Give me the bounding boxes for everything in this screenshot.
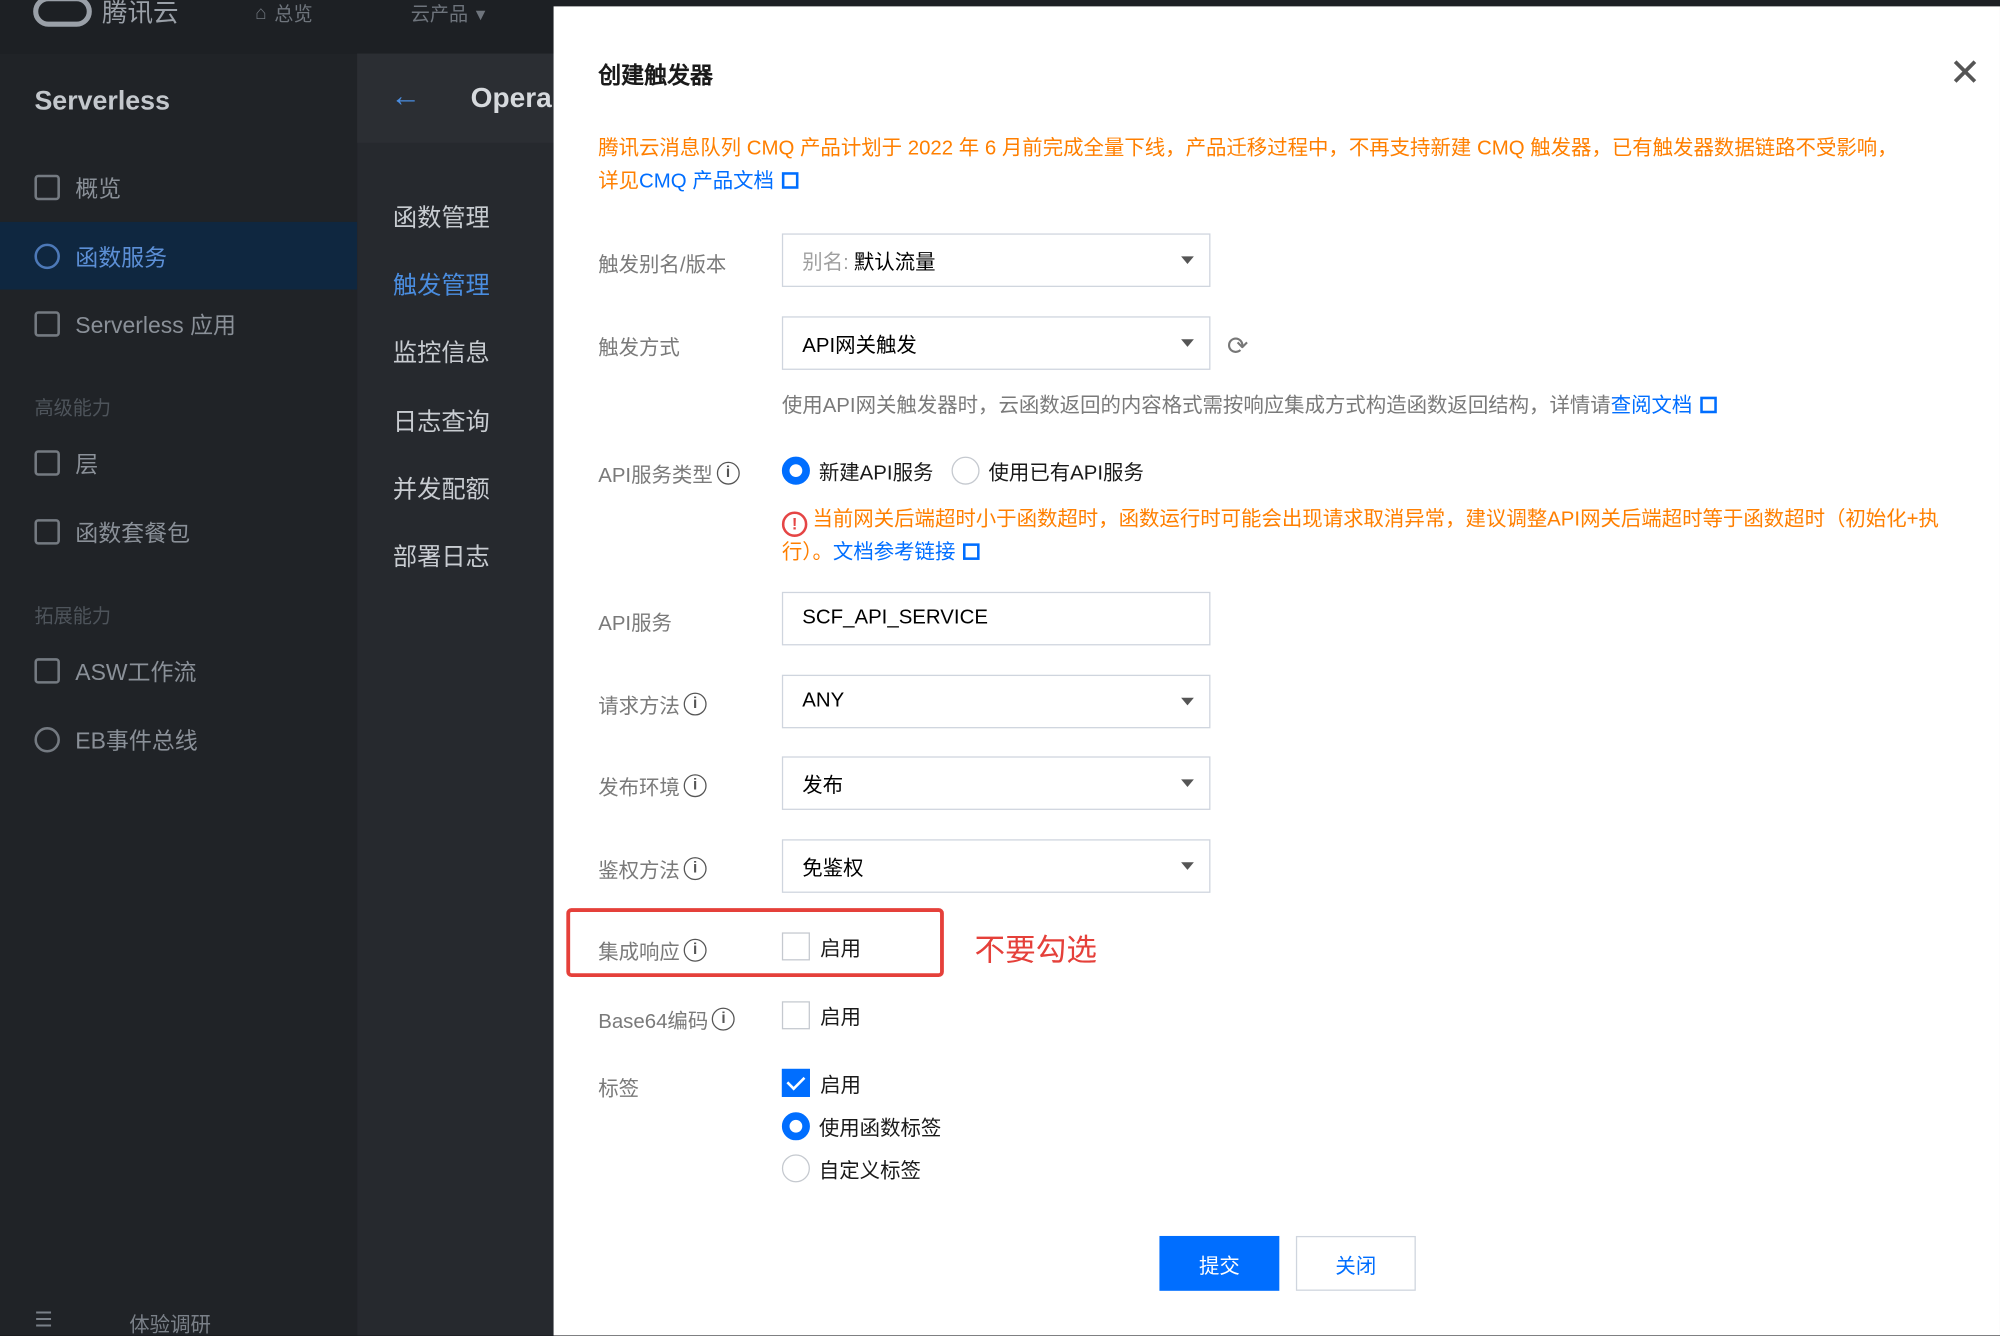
auth-label: 鉴权方法 i <box>598 853 707 884</box>
sidebar-title: Serverless <box>34 86 170 117</box>
back-arrow-icon[interactable]: ← <box>390 79 421 115</box>
checkbox-checked-icon <box>781 1068 810 1097</box>
checkbox-unchecked-icon <box>781 1001 810 1030</box>
sidebar-item-functions[interactable]: 函数服务 <box>0 221 358 290</box>
tab-trigger-management[interactable]: 触发管理 <box>393 267 490 301</box>
tab-concurrency[interactable]: 并发配额 <box>393 471 490 505</box>
sidebar-item-eb[interactable]: EB事件总线 <box>0 705 357 773</box>
info-icon[interactable]: i <box>683 692 707 716</box>
warning-icon: ! <box>781 511 808 537</box>
info-icon[interactable]: i <box>683 774 707 798</box>
api-type-label: API服务类型 i <box>598 458 740 489</box>
package-icon <box>34 518 60 545</box>
sidebar-item-asw[interactable]: ASW工作流 <box>0 636 357 704</box>
sidebar-item-packages[interactable]: 函数套餐包 <box>0 497 357 565</box>
sidebar-group-advanced: 高级能力 <box>34 397 111 420</box>
tags-checkbox[interactable]: 启用 <box>781 1068 861 1099</box>
chevron-down-icon <box>1181 256 1194 265</box>
function-nav-panel <box>357 53 562 1336</box>
brand-name: 腾讯云 <box>102 0 179 29</box>
sidebar-item-overview[interactable]: 概览 <box>0 153 357 221</box>
chevron-down-icon <box>1181 339 1194 347</box>
radio-unselected-icon <box>951 456 980 485</box>
external-link-icon[interactable] <box>781 172 799 189</box>
sidebar-group-extension: 拓展能力 <box>34 605 111 628</box>
trigger-help-text: 使用API网关触发器时，云函数返回的内容格式需按响应集成方式构造函数返回结构，详… <box>782 388 1717 419</box>
info-icon[interactable]: i <box>683 938 707 962</box>
chevron-down-icon <box>1181 697 1194 706</box>
chevron-down-icon <box>1181 862 1194 870</box>
sidebar-footer: ☰ 体验调研 <box>34 1307 211 1336</box>
radio-custom-tags[interactable]: 自定义标签 <box>781 1153 921 1184</box>
radio-selected-icon <box>781 1112 810 1141</box>
top-nav-products[interactable]: 云产品 ▾ <box>411 0 486 27</box>
sidebar-item-layers[interactable]: 层 <box>0 429 357 497</box>
tags-label: 标签 <box>598 1079 640 1101</box>
radio-unselected-icon <box>781 1154 810 1183</box>
cloud-logo-icon <box>33 0 92 27</box>
close-icon[interactable]: ✕ <box>1949 54 1981 93</box>
base64-label: Base64编码 i <box>598 1004 736 1035</box>
info-icon[interactable]: i <box>712 1007 736 1031</box>
external-link-icon[interactable] <box>963 543 980 560</box>
request-method-label: 请求方法 i <box>598 689 707 720</box>
function-icon <box>34 242 60 269</box>
trigger-method-label: 触发方式 <box>598 338 680 360</box>
chevron-down-icon: ▾ <box>475 3 486 25</box>
annotation-text: 不要勾选 <box>974 933 1097 969</box>
reference-doc-link[interactable]: 文档参考链接 <box>833 542 955 564</box>
integration-label: 集成响应 i <box>598 935 707 966</box>
tab-monitoring[interactable]: 监控信息 <box>393 334 490 368</box>
tab-deploy-logs[interactable]: 部署日志 <box>393 538 490 572</box>
api-service-label: API服务 <box>598 613 672 636</box>
survey-link[interactable]: 体验调研 <box>129 1307 211 1335</box>
radio-existing-api[interactable]: 使用已有API服务 <box>951 455 1144 486</box>
env-select[interactable]: 发布 <box>781 756 1211 810</box>
checkbox-unchecked-icon <box>781 932 810 961</box>
request-method-select[interactable]: ANY <box>781 674 1211 729</box>
sidebar-item-apps[interactable]: Serverless 应用 <box>0 290 357 358</box>
external-link-icon[interactable] <box>1700 396 1717 414</box>
trigger-method-select[interactable]: API网关触发 <box>781 316 1211 370</box>
layers-icon <box>34 449 60 476</box>
alias-select[interactable]: 别名: 默认流量 <box>781 233 1211 287</box>
cmq-notice: 腾讯云消息队列 CMQ 产品计划于 2022 年 6 月前完成全量下线，产品迁移… <box>598 137 1898 193</box>
close-button[interactable]: 关闭 <box>1295 1235 1416 1291</box>
menu-icon[interactable]: ☰ <box>34 1307 52 1335</box>
create-trigger-modal: 创建触发器 ✕ 腾讯云消息队列 CMQ 产品计划于 2022 年 6 月前完成全… <box>553 6 2000 1336</box>
tab-logs[interactable]: 日志查询 <box>393 403 490 437</box>
brand-logo[interactable]: 腾讯云 <box>33 0 179 29</box>
event-bus-icon <box>34 726 60 752</box>
radio-new-api[interactable]: 新建API服务 <box>781 455 933 486</box>
refresh-icon[interactable]: ⟳ <box>1227 330 1248 362</box>
info-icon[interactable]: i <box>716 461 740 485</box>
function-name: Opera <box>470 81 552 114</box>
cmq-doc-link[interactable]: CMQ 产品文档 <box>639 171 774 193</box>
workflow-icon <box>34 657 60 684</box>
doc-link[interactable]: 查阅文档 <box>1611 395 1693 417</box>
grid-icon <box>34 174 60 200</box>
tab-function-management[interactable]: 函数管理 <box>393 199 490 233</box>
chevron-down-icon <box>1181 779 1194 787</box>
integration-checkbox[interactable]: 启用 <box>781 931 861 962</box>
auth-select[interactable]: 免鉴权 <box>781 839 1211 893</box>
app-icon <box>34 310 60 337</box>
submit-button[interactable]: 提交 <box>1159 1235 1280 1291</box>
radio-selected-icon <box>781 456 810 485</box>
radio-function-tags[interactable]: 使用函数标签 <box>781 1111 941 1142</box>
modal-title: 创建触发器 <box>598 62 714 89</box>
home-icon: ⌂ <box>255 2 267 25</box>
env-label: 发布环境 i <box>598 770 707 801</box>
base64-checkbox[interactable]: 启用 <box>781 1000 861 1031</box>
info-icon[interactable]: i <box>683 857 707 881</box>
timeout-warning: ! 当前网关后端超时小于函数超时，函数运行时可能会出现请求取消异常，建议调整API… <box>781 508 1939 564</box>
top-nav-overview[interactable]: ⌂ 总览 <box>255 0 312 27</box>
api-service-input[interactable]: SCF_API_SERVICE <box>781 591 1211 646</box>
alias-label: 触发别名/版本 <box>598 255 727 277</box>
